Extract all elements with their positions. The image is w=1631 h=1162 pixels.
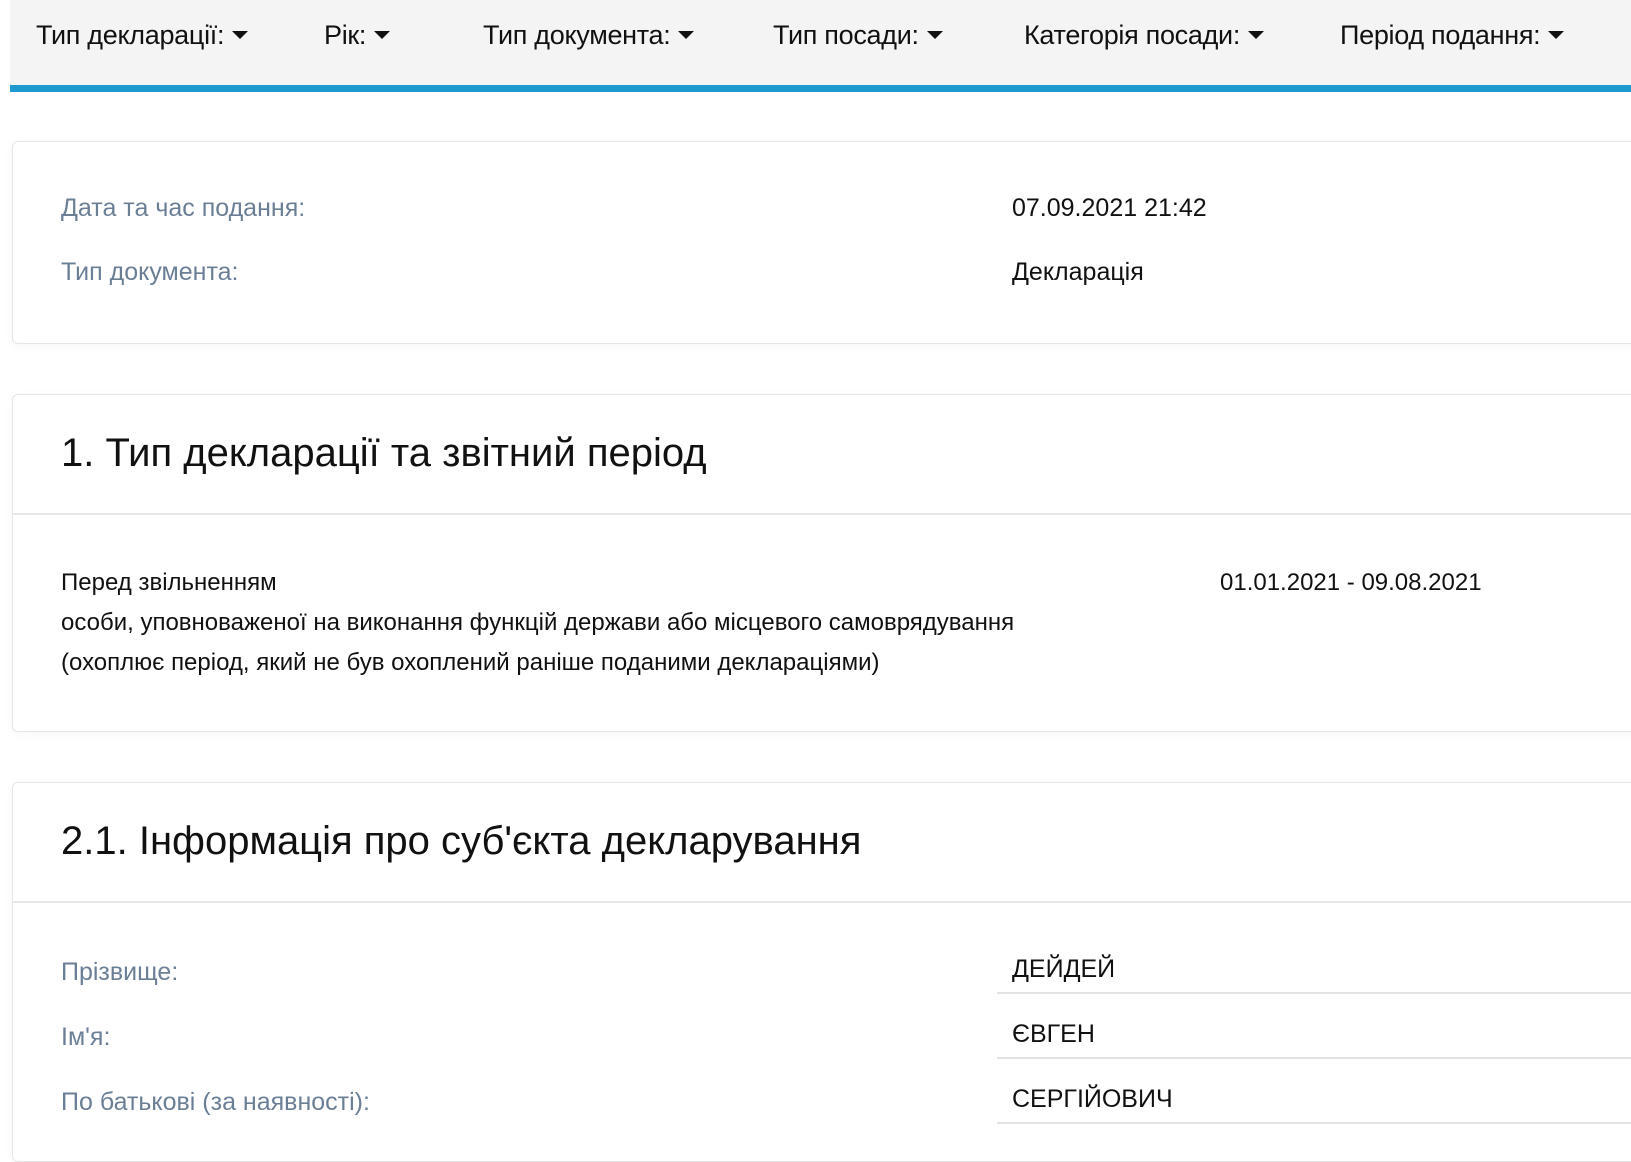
filter-label: Тип документа: bbox=[483, 20, 671, 50]
declaration-type-line: (охоплює період, який не був охоплений р… bbox=[61, 649, 880, 676]
first-name-label: Ім'я: bbox=[61, 1023, 111, 1051]
declaration-type-line: особи, уповноваженої на виконання функці… bbox=[61, 609, 1015, 636]
surname-label: Прізвище: bbox=[61, 958, 179, 986]
submission-info-card: Дата та час подання: 07.09.2021 21:42 Ти… bbox=[12, 141, 1631, 344]
filter-label: Період подання: bbox=[1340, 20, 1541, 50]
section-divider bbox=[13, 901, 1631, 903]
submitted-value: 07.09.2021 21:42 bbox=[1012, 194, 1207, 222]
caret-down-icon bbox=[1548, 31, 1565, 39]
surname-value: ДЕЙДЕЙ bbox=[1012, 955, 1116, 983]
filter-position-type[interactable]: Тип посади: bbox=[773, 20, 943, 51]
field-underline bbox=[997, 1122, 1631, 1124]
filter-label: Тип декларації: bbox=[36, 20, 225, 50]
section-declaration-type-card: 1. Тип декларації та звітний період Пере… bbox=[12, 394, 1631, 732]
submitted-label: Дата та час подання: bbox=[61, 194, 306, 222]
caret-down-icon bbox=[1248, 31, 1265, 39]
doc-type-label: Тип документа: bbox=[61, 258, 239, 286]
first-name-value: ЄВГЕН bbox=[1012, 1020, 1095, 1048]
patronymic-label: По батькові (за наявності): bbox=[61, 1088, 370, 1116]
filter-label: Категорія посади: bbox=[1024, 20, 1241, 50]
section-title: 1. Тип декларації та звітний період bbox=[61, 431, 707, 475]
filter-year[interactable]: Рік: bbox=[324, 20, 391, 51]
filter-position-category[interactable]: Категорія посади: bbox=[1024, 20, 1265, 51]
caret-down-icon bbox=[374, 31, 391, 39]
filter-document-type[interactable]: Тип документа: bbox=[483, 20, 695, 51]
caret-down-icon bbox=[926, 31, 943, 39]
field-underline bbox=[997, 992, 1631, 994]
patronymic-value: СЕРГІЙОВИЧ bbox=[1012, 1085, 1173, 1113]
filter-label: Тип посади: bbox=[773, 20, 919, 50]
caret-down-icon bbox=[678, 31, 695, 39]
filter-submission-period[interactable]: Період подання: bbox=[1340, 20, 1565, 51]
filter-bar: Тип декларації: Рік: Тип документа: Тип … bbox=[10, 0, 1631, 92]
filter-label: Рік: bbox=[324, 20, 367, 50]
declaration-type-line: Перед звільненням bbox=[61, 569, 277, 596]
field-underline bbox=[997, 1057, 1631, 1059]
section-divider bbox=[13, 513, 1631, 515]
section-subject-info-card: 2.1. Інформація про суб'єкта декларуванн… bbox=[12, 782, 1631, 1162]
filter-declaration-type[interactable]: Тип декларації: bbox=[36, 20, 249, 51]
doc-type-value: Декларація bbox=[1012, 258, 1144, 286]
section-title: 2.1. Інформація про суб'єкта декларуванн… bbox=[61, 819, 862, 863]
reporting-period: 01.01.2021 - 09.08.2021 bbox=[1220, 569, 1482, 596]
caret-down-icon bbox=[232, 31, 249, 39]
